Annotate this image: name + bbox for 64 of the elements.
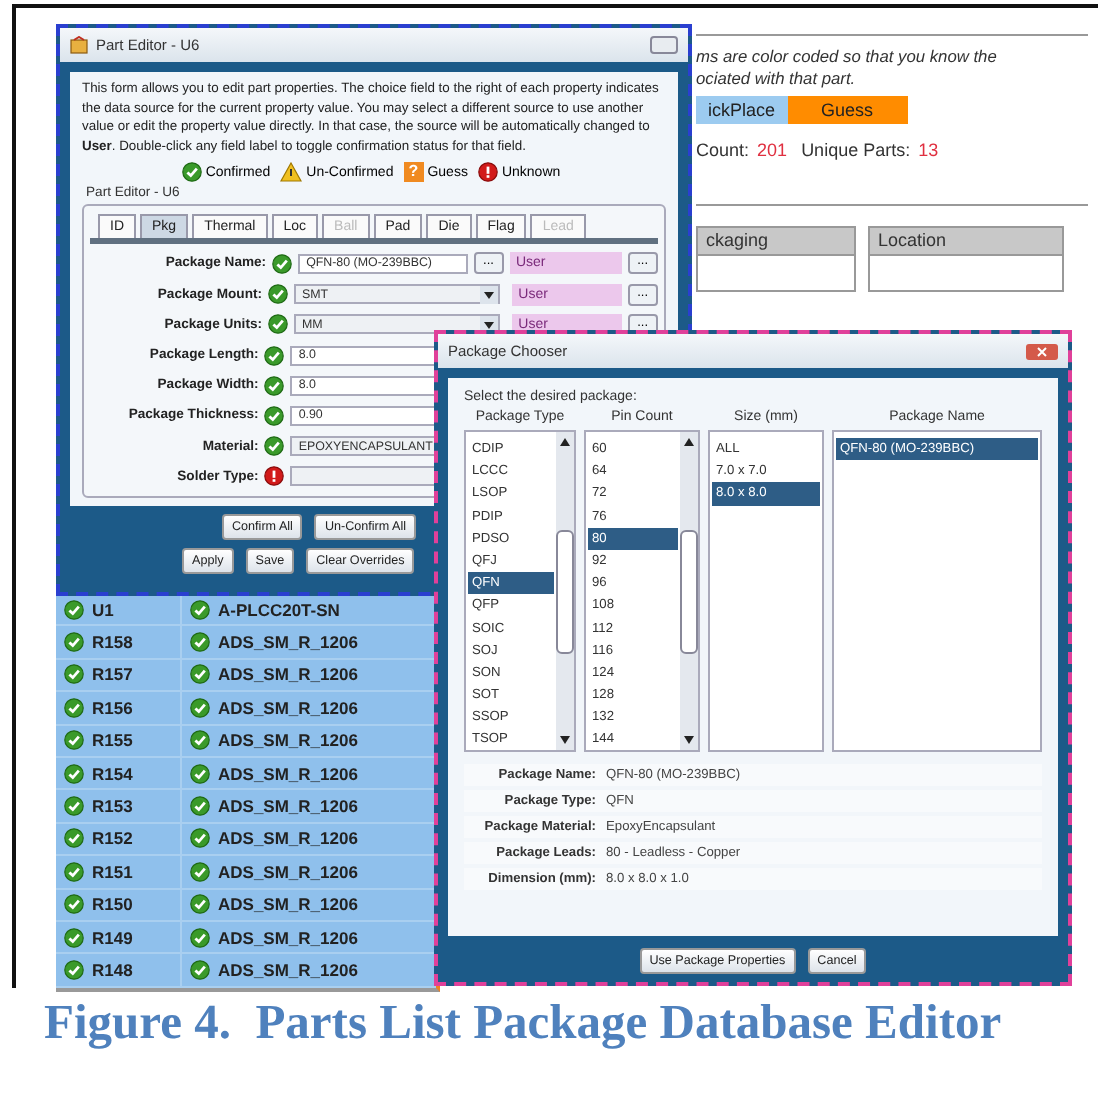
check-icon [190, 697, 210, 718]
figure-caption: Figure 4. Parts List Package Database Editor [44, 996, 1002, 1052]
table-cell: R158 [92, 632, 133, 653]
count-value: 201 [757, 140, 788, 160]
check-icon [190, 828, 210, 849]
table-cell: ADS_SM_R_1206 [218, 697, 358, 718]
app-icon [70, 36, 88, 54]
check-icon [190, 599, 210, 620]
table-cell: R148 [92, 959, 133, 980]
check-icon [190, 730, 210, 751]
check-icon [181, 162, 202, 183]
table-cell: ADS_SM_R_1206 [218, 894, 358, 915]
table-cell: ADS_SM_R_1206 [218, 763, 358, 784]
check-icon [190, 894, 210, 915]
table-cell: R151 [92, 861, 133, 882]
check-icon [190, 959, 210, 980]
close-icon [1026, 343, 1058, 359]
error-icon [477, 162, 498, 183]
table-cell: ADS_SM_R_1206 [218, 959, 358, 980]
count-value: 13 [918, 140, 939, 160]
column-header[interactable]: ckaging [696, 226, 856, 256]
table-cell: ADS_SM_R_1206 [218, 796, 358, 817]
table-cell: R152 [92, 828, 133, 849]
table-cell: A-PLCC20T-SN [218, 599, 340, 620]
table-cell: R153 [92, 796, 133, 817]
column-header[interactable]: Location [868, 226, 1064, 256]
check-icon [190, 763, 210, 784]
table-cell: R150 [92, 894, 133, 915]
maximize-button[interactable] [650, 36, 678, 54]
legend-chip: ickPlace [696, 96, 788, 124]
guess-icon: ? [403, 162, 424, 183]
scroll-thumb[interactable] [556, 529, 574, 653]
note-text: ms are color coded so that you know the [696, 46, 999, 68]
check-icon [190, 632, 210, 653]
table-cell: ADS_SM_R_1206 [218, 632, 358, 653]
down-arrow-icon [682, 734, 696, 746]
table-cell: R149 [92, 927, 133, 948]
table-cell: ADS_SM_R_1206 [218, 828, 358, 849]
table-cell: R156 [92, 697, 133, 718]
table-cell: ADS_SM_R_1206 [218, 861, 358, 882]
up-arrow-icon [558, 436, 572, 448]
legend-chip: Guess [787, 96, 908, 124]
note-text: ociated with that part. [696, 68, 858, 90]
check-icon [190, 664, 210, 685]
scrollbar[interactable] [556, 432, 574, 750]
table-cell: ADS_SM_R_1206 [218, 664, 358, 685]
down-arrow-icon [558, 734, 572, 746]
warning-icon [280, 162, 303, 183]
table-cell: ADS_SM_R_1206 [218, 730, 358, 751]
check-icon [190, 927, 210, 948]
count-label: Count: [696, 140, 750, 160]
count-label: Unique Parts: [801, 140, 911, 160]
scrollbar[interactable] [680, 432, 698, 750]
table-cell: R154 [92, 763, 133, 784]
table-cell: R155 [92, 730, 133, 751]
caret-icon [480, 285, 499, 304]
up-arrow-icon [682, 436, 696, 448]
table-cell: U1 [92, 599, 114, 620]
table-cell: R157 [92, 664, 133, 685]
scroll-thumb[interactable] [680, 529, 698, 653]
table-cell: ADS_SM_R_1206 [218, 927, 358, 948]
caret-icon [480, 315, 499, 334]
check-icon [190, 861, 210, 882]
check-icon [190, 796, 210, 817]
